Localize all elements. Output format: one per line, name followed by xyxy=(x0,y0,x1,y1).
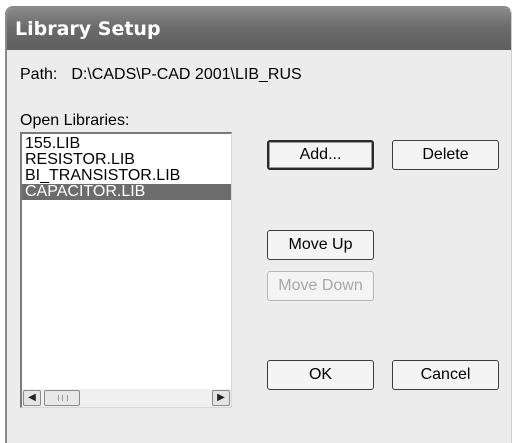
grip-icon xyxy=(58,395,68,401)
path-value: D:\CADS\P-CAD 2001\LIB_RUS xyxy=(71,66,302,83)
open-libraries-label: Open Libraries: xyxy=(20,112,130,129)
arrow-left-icon: ◀ xyxy=(28,392,36,403)
path-row: Path: D:\CADS\P-CAD 2001\LIB_RUS xyxy=(20,66,302,84)
arrow-right-icon: ▶ xyxy=(217,392,225,403)
add-button[interactable]: Add... xyxy=(267,140,374,170)
list-item-selected[interactable]: CAPACITOR.LIB xyxy=(22,184,231,200)
cancel-button[interactable]: Cancel xyxy=(392,360,499,390)
delete-button[interactable]: Delete xyxy=(392,140,499,170)
horizontal-scrollbar[interactable]: ◀ ▶ xyxy=(22,389,231,407)
title-bar[interactable]: Library Setup xyxy=(7,8,511,50)
open-libraries-list[interactable]: 155.LIB RESISTOR.LIB BI_TRANSISTOR.LIB C… xyxy=(20,132,232,408)
library-items: 155.LIB RESISTOR.LIB BI_TRANSISTOR.LIB C… xyxy=(22,136,231,200)
library-setup-dialog: Library Setup Path: D:\CADS\P-CAD 2001\LI… xyxy=(5,6,512,443)
scrollbar-thumb[interactable] xyxy=(44,390,80,406)
scroll-right-button[interactable]: ▶ xyxy=(212,390,230,406)
ok-button[interactable]: OK xyxy=(267,360,374,390)
list-item[interactable]: 155.LIB xyxy=(22,136,231,152)
list-item[interactable]: RESISTOR.LIB xyxy=(22,152,231,168)
move-down-button[interactable]: Move Down xyxy=(267,271,374,301)
list-item[interactable]: BI_TRANSISTOR.LIB xyxy=(22,168,231,184)
dialog-title: Library Setup xyxy=(15,18,161,40)
move-up-button[interactable]: Move Up xyxy=(267,230,374,260)
scroll-left-button[interactable]: ◀ xyxy=(23,390,41,406)
path-label: Path: xyxy=(20,66,58,83)
